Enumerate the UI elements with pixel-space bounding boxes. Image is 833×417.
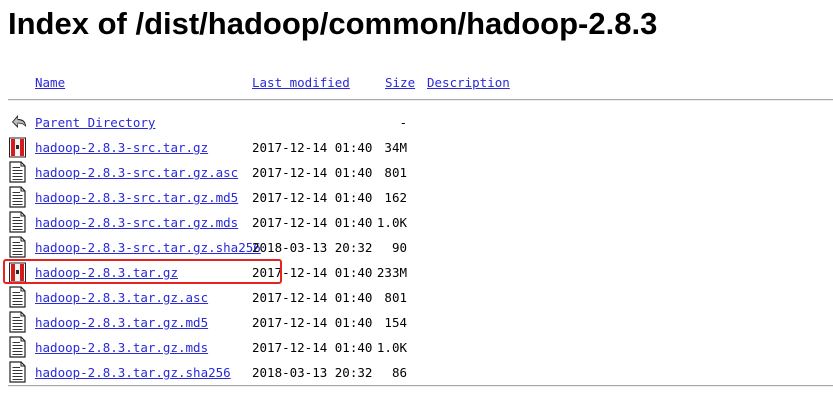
file-link[interactable]: hadoop-2.8.3-src.tar.gz.sha256 — [35, 240, 261, 256]
file-size: 34M — [384, 140, 407, 155]
file-size: 90 — [391, 240, 407, 255]
sort-by-description-link[interactable]: Description — [427, 75, 510, 91]
file-date: 2017-12-14 01:40 — [252, 140, 373, 155]
file-size: 233M — [376, 265, 407, 280]
file-size: 162 — [384, 190, 407, 205]
text-file-icon[interactable] — [8, 311, 28, 333]
file-date: 2017-12-14 01:40 — [252, 190, 373, 205]
text-file-icon[interactable] — [8, 186, 28, 208]
file-row: hadoop-2.8.3.tar.gz.sha256 2018-03-13 20:… — [0, 361, 833, 386]
file-link[interactable]: hadoop-2.8.3-src.tar.gz — [35, 140, 208, 156]
file-date: 2018-03-13 20:32 — [252, 240, 373, 255]
file-row: hadoop-2.8.3-src.tar.gz.md5 2017-12-14 01… — [0, 186, 833, 211]
footer-divider — [8, 385, 833, 387]
text-file-icon[interactable] — [8, 336, 28, 358]
file-date: 2017-12-14 01:40 — [252, 290, 373, 305]
file-link[interactable]: hadoop-2.8.3-src.tar.gz.mds — [35, 215, 238, 231]
parent-directory-row: Parent Directory - — [0, 111, 833, 136]
file-row: hadoop-2.8.3-src.tar.gz 2017-12-14 01:40 3… — [0, 136, 833, 161]
sort-by-name-link[interactable]: Name — [35, 75, 65, 91]
file-row: hadoop-2.8.3.tar.gz.mds 2017-12-14 01:40 1… — [0, 336, 833, 361]
header-divider — [8, 99, 833, 101]
file-date: 2017-12-14 01:40 — [252, 315, 373, 330]
text-file-icon[interactable] — [8, 211, 28, 233]
text-file-icon[interactable] — [8, 161, 28, 183]
page-title: Index of /dist/hadoop/common/hadoop-2.8.… — [8, 6, 658, 41]
file-row: hadoop-2.8.3.tar.gz.asc 2017-12-14 01:40 8… — [0, 286, 833, 311]
file-row: hadoop-2.8.3-src.tar.gz.sha256 2018-03-13… — [0, 236, 833, 261]
highlight-box — [3, 259, 282, 284]
file-size: 1.0K — [376, 215, 407, 230]
sort-by-last-modified-link[interactable]: Last modified — [252, 75, 350, 91]
file-size: 154 — [384, 315, 407, 330]
file-size: 1.0K — [376, 340, 407, 355]
file-link[interactable]: hadoop-2.8.3-src.tar.gz.md5 — [35, 190, 238, 206]
file-size: 801 — [384, 165, 407, 180]
file-date: 2018-03-13 20:32 — [252, 365, 373, 380]
file-link[interactable]: hadoop-2.8.3.tar.gz.asc — [35, 290, 208, 306]
text-file-icon[interactable] — [8, 361, 28, 383]
file-date: 2017-12-14 01:40 — [252, 215, 373, 230]
back-icon[interactable] — [8, 111, 28, 133]
file-link[interactable]: hadoop-2.8.3.tar.gz.md5 — [35, 315, 208, 331]
file-size: 801 — [384, 290, 407, 305]
file-row: hadoop-2.8.3-src.tar.gz.asc 2017-12-14 01… — [0, 161, 833, 186]
archive-icon[interactable] — [8, 136, 28, 158]
file-size: 86 — [391, 365, 407, 380]
parent-directory-link[interactable]: Parent Directory — [35, 115, 155, 131]
text-file-icon[interactable] — [8, 286, 28, 308]
sort-by-size-link[interactable]: Size — [385, 75, 415, 91]
file-size: - — [399, 115, 407, 130]
file-date: 2017-12-14 01:40 — [252, 340, 373, 355]
text-file-icon[interactable] — [8, 236, 28, 258]
file-date: 2017-12-14 01:40 — [252, 165, 373, 180]
file-link[interactable]: hadoop-2.8.3.tar.gz.mds — [35, 340, 208, 356]
file-row: hadoop-2.8.3.tar.gz.md5 2017-12-14 01:40 1… — [0, 311, 833, 336]
file-row: hadoop-2.8.3-src.tar.gz.mds 2017-12-14 01… — [0, 211, 833, 236]
file-link[interactable]: hadoop-2.8.3.tar.gz.sha256 — [35, 365, 231, 381]
file-link[interactable]: hadoop-2.8.3-src.tar.gz.asc — [35, 165, 238, 181]
